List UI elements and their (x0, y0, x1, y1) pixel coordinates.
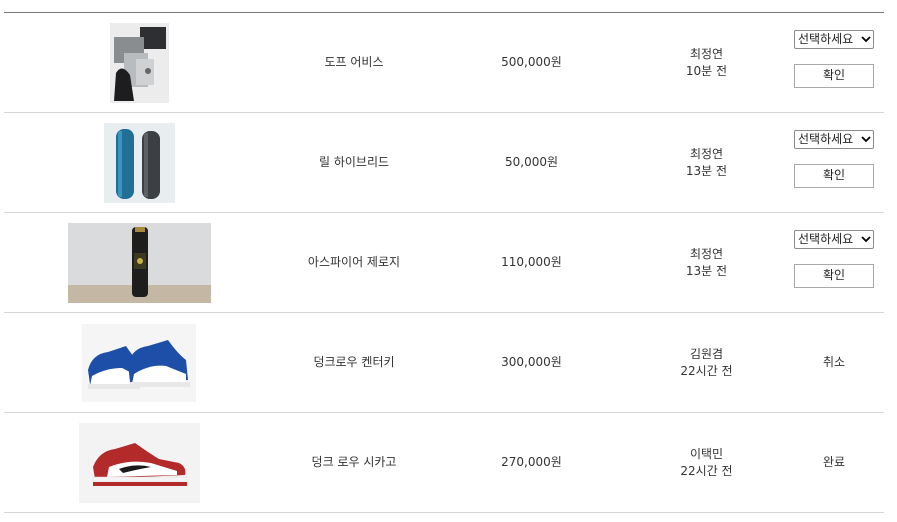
product-price: 270,000원 (501, 455, 562, 469)
product-image (103, 122, 175, 203)
product-price: 50,000원 (504, 155, 559, 169)
product-name: 도프 어비스 (324, 55, 384, 69)
chevron-down-icon (861, 136, 871, 143)
request-time: 13분 전 (685, 163, 728, 178)
status-select[interactable]: 선택하세요 (794, 129, 874, 149)
product-image (78, 422, 200, 503)
product-price: 110,000원 (501, 255, 562, 269)
trade-status: 완료 (822, 455, 846, 469)
buyer-name: 최정연 (689, 46, 724, 61)
confirm-button[interactable]: 확인 (794, 263, 874, 288)
table-row: 아스파이어 제로지 110,000원 최정연 13분 전 선택하세요 확인 (4, 213, 884, 313)
request-time: 13분 전 (685, 263, 728, 278)
product-image (109, 22, 169, 103)
status-select-value: 선택하세요 (798, 231, 854, 246)
buyer-name: 최정연 (689, 146, 724, 161)
table-row: 릴 하이브리드 50,000원 최정연 13분 전 선택하세요 확인 (4, 113, 884, 213)
request-time: 22시간 전 (680, 463, 733, 478)
product-price: 500,000원 (501, 55, 562, 69)
chevron-down-icon (861, 36, 871, 43)
request-time: 10분 전 (685, 63, 728, 78)
request-time: 22시간 전 (680, 363, 733, 378)
product-image (67, 222, 211, 303)
trade-status: 취소 (822, 355, 846, 369)
buyer-name: 김원겸 (689, 346, 724, 361)
product-price: 300,000원 (501, 355, 562, 369)
product-name: 덩크로우 켄터키 (313, 355, 395, 369)
confirm-button[interactable]: 확인 (794, 63, 874, 88)
product-name: 릴 하이브리드 (318, 155, 390, 169)
status-select[interactable]: 선택하세요 (794, 229, 874, 249)
table-row: 도프 어비스 500,000원 최정연 10분 전 선택하세요 확인 (4, 13, 884, 113)
status-select-value: 선택하세요 (798, 131, 854, 146)
chevron-down-icon (861, 236, 871, 243)
trade-list: 도프 어비스 500,000원 최정연 10분 전 선택하세요 확인 릴 하이브… (4, 12, 884, 513)
buyer-name: 최정연 (689, 246, 724, 261)
confirm-button[interactable]: 확인 (794, 163, 874, 188)
status-select-value: 선택하세요 (798, 31, 854, 46)
product-name: 아스파이어 제로지 (307, 255, 401, 269)
status-select[interactable]: 선택하세요 (794, 29, 874, 49)
table-row: 덩크로우 켄터키 300,000원 김원겸 22시간 전 취소 (4, 313, 884, 413)
buyer-name: 이택민 (689, 446, 724, 461)
table-row: 덩크 로우 시카고 270,000원 이택민 22시간 전 완료 (4, 413, 884, 513)
product-image (82, 323, 196, 402)
product-name: 덩크 로우 시카고 (311, 455, 397, 469)
